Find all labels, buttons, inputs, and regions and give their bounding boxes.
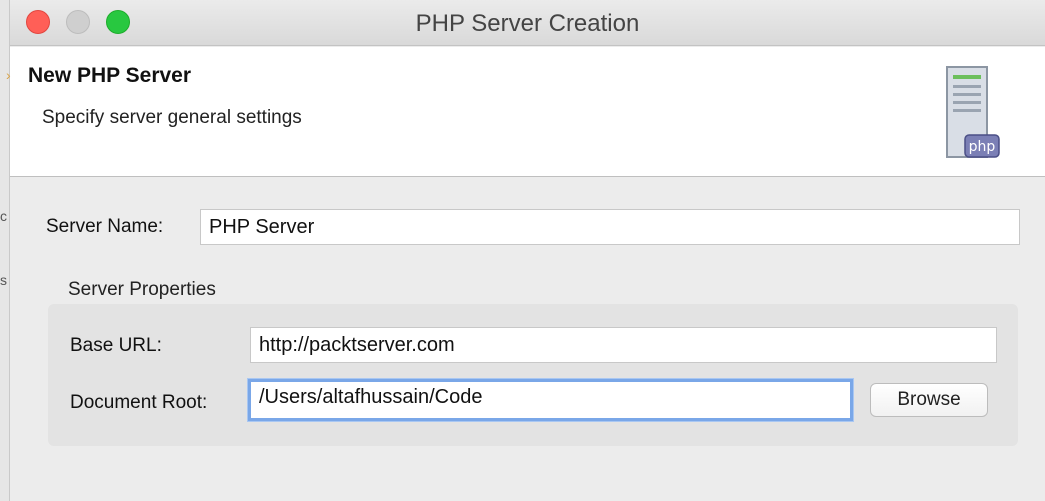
page-description: Specify server general settings [42,107,302,128]
document-root-label: Document Root: [70,392,208,413]
server-properties-heading: Server Properties [68,279,216,300]
page-title: New PHP Server [28,64,192,87]
background-text-fragment: c [0,208,7,224]
title-bar[interactable]: PHP Server Creation [10,0,1045,46]
server-name-label: Server Name: [46,216,164,237]
background-text-fragment: s [0,272,7,288]
browse-button[interactable]: Browse [870,383,988,417]
wizard-header: › New PHP Server Specify server general … [6,47,1045,177]
base-url-label: Base URL: [70,335,162,356]
dialog-window: PHP Server Creation › New PHP Server Spe… [6,0,1045,501]
php-server-icon: php [946,66,1000,158]
php-icon-text: php [969,139,996,155]
window-title: PHP Server Creation [415,10,640,37]
server-properties-group [48,304,1018,446]
document-root-input[interactable]: /Users/altafhussain/Code [248,379,853,421]
chevron-right-icon: › [6,67,11,83]
settings-form: Server Name: PHP Server Server Propertie… [10,178,1045,501]
base-url-input[interactable]: http://packtserver.com [250,327,997,363]
server-name-input[interactable]: PHP Server [200,209,1020,245]
